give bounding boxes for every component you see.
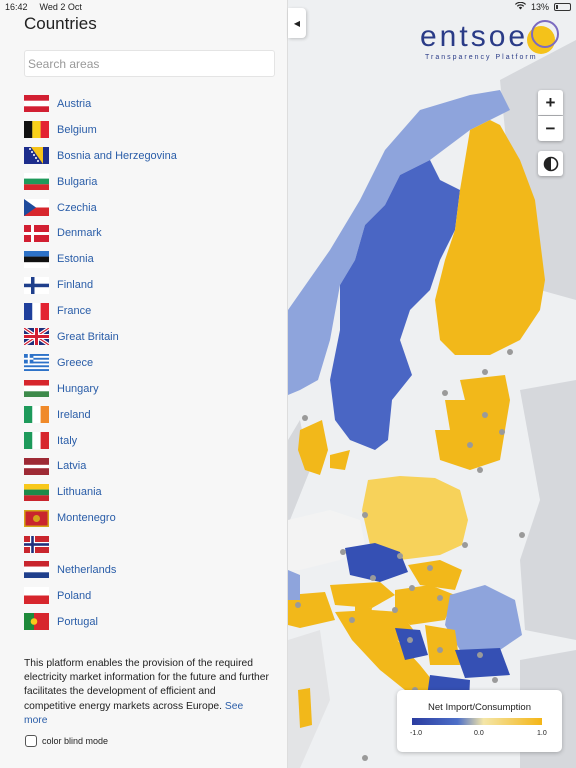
country-item-latvia[interactable]: Latvia [24, 453, 284, 479]
estonia-flag-icon [24, 250, 49, 268]
country-name: Czechia [57, 201, 97, 214]
country-name: Austria [57, 97, 92, 110]
country-item-france[interactable]: France [24, 298, 284, 324]
logo-ring-icon [531, 20, 559, 48]
country-item-belgium[interactable]: Belgium [24, 117, 284, 143]
color-blind-toggle[interactable]: color blind mode [25, 735, 108, 747]
logo-text: entsoe [420, 20, 529, 53]
country-list: Austria Belgium Bosnia and Herzegovina B… [24, 91, 284, 639]
country-name: Lithuania [57, 486, 102, 499]
status-time: 16:42 [5, 2, 28, 12]
europe-map[interactable] [288, 0, 576, 768]
poland-flag-icon [24, 587, 49, 605]
entsoe-logo: entsoe Transparency Platform [420, 20, 560, 68]
layers-icon [543, 156, 558, 171]
caret-left-icon: ◀ [293, 18, 301, 28]
belgium-flag-icon [24, 121, 49, 139]
lithuania-flag-icon [24, 483, 49, 501]
country-name: Denmark [57, 227, 102, 240]
legend-color-bar [412, 718, 542, 725]
search-input[interactable] [24, 50, 275, 77]
country-item-bulgaria[interactable]: Bulgaria [24, 169, 284, 195]
country-name: Netherlands [57, 563, 117, 576]
country-name: Estonia [57, 253, 94, 266]
country-item-italy[interactable]: Italy [24, 428, 284, 454]
sidebar-title: Countries [24, 14, 97, 33]
netherlands-flag-icon [24, 561, 49, 579]
france-flag-icon [24, 302, 49, 320]
countries-sidebar: Countries Austria Belgium Bosnia and Her… [0, 0, 288, 768]
country-item-portugal[interactable]: Portugal [24, 609, 284, 635]
bulgaria-flag-icon [24, 173, 49, 191]
country-name: Hungary [57, 382, 99, 395]
country-item-greece[interactable]: Greece [24, 350, 284, 376]
country-name: Latvia [57, 460, 87, 473]
country-item-austria[interactable]: Austria [24, 91, 284, 117]
country-item-norway[interactable] [24, 531, 284, 557]
italy-flag-icon [24, 432, 49, 450]
denmark-flag-icon [24, 224, 49, 242]
latvia-flag-icon [24, 457, 49, 475]
country-name: Greece [57, 356, 94, 369]
platform-description: This platform enables the provision of t… [24, 657, 269, 728]
country-item-netherlands[interactable]: Netherlands [24, 557, 284, 583]
country-name: Poland [57, 589, 92, 602]
country-item-great-britain[interactable]: Great Britain [24, 324, 284, 350]
zoom-out-button[interactable]: − [538, 116, 563, 141]
country-item-estonia[interactable]: Estonia [24, 246, 284, 272]
bosnia-flag-icon [24, 147, 49, 165]
country-item-lithuania[interactable]: Lithuania [24, 479, 284, 505]
country-name: Belgium [57, 123, 97, 136]
country-name: Italy [57, 434, 78, 447]
color-blind-label: color blind mode [42, 736, 109, 746]
map-canvas [288, 0, 576, 768]
serbia-region [425, 625, 460, 665]
country-item-poland[interactable]: Poland [24, 583, 284, 609]
legend-title: Net Import/Consumption [428, 702, 531, 713]
great-britain-flag-icon [24, 327, 50, 347]
montenegro-flag-icon [24, 509, 49, 527]
country-name: Portugal [57, 615, 98, 628]
czechia-flag-icon [24, 199, 49, 216]
country-item-bosnia[interactable]: Bosnia and Herzegovina [24, 143, 284, 169]
country-name: Bosnia and Herzegovina [57, 149, 177, 162]
color-blind-checkbox[interactable] [25, 735, 37, 747]
country-item-ireland[interactable]: Ireland [24, 402, 284, 428]
logo-subtitle: Transparency Platform [425, 54, 538, 61]
country-name: France [57, 305, 92, 318]
layers-button[interactable] [538, 151, 563, 176]
country-item-denmark[interactable]: Denmark [24, 220, 284, 246]
greece-flag-icon [24, 354, 49, 372]
map-legend: Net Import/Consumption -1.0 0.0 1.0 [397, 690, 562, 752]
country-name: Montenegro [57, 512, 116, 525]
country-name: Bulgaria [57, 175, 98, 188]
hungary-flag-icon [24, 380, 49, 398]
country-item-montenegro[interactable]: Montenegro [24, 505, 284, 531]
austria-flag-icon [24, 95, 49, 113]
country-name: Great Britain [57, 330, 119, 343]
country-name: Finland [57, 279, 94, 292]
ireland-flag-icon [24, 406, 49, 424]
portugal-flag-icon [24, 613, 49, 631]
country-item-finland[interactable]: Finland [24, 272, 284, 298]
latvia-region [445, 400, 510, 430]
battery-percent: 13% [530, 2, 549, 12]
legend-mid: 0.0 [474, 730, 484, 737]
legend-max: 1.0 [537, 730, 547, 737]
battery-icon [554, 3, 571, 11]
country-item-czechia[interactable]: Czechia [24, 195, 284, 221]
status-date: Wed 2 Oct [39, 2, 82, 12]
wifi-icon [514, 1, 526, 12]
country-item-hungary[interactable]: Hungary [24, 376, 284, 402]
legend-min: -1.0 [410, 730, 423, 737]
status-bar: 16:42 Wed 2 Oct 13% [0, 0, 576, 14]
norway-flag-icon [24, 535, 49, 553]
country-name: Ireland [57, 408, 91, 421]
zoom-in-button[interactable]: + [538, 90, 563, 115]
finland-flag-icon [24, 276, 49, 294]
